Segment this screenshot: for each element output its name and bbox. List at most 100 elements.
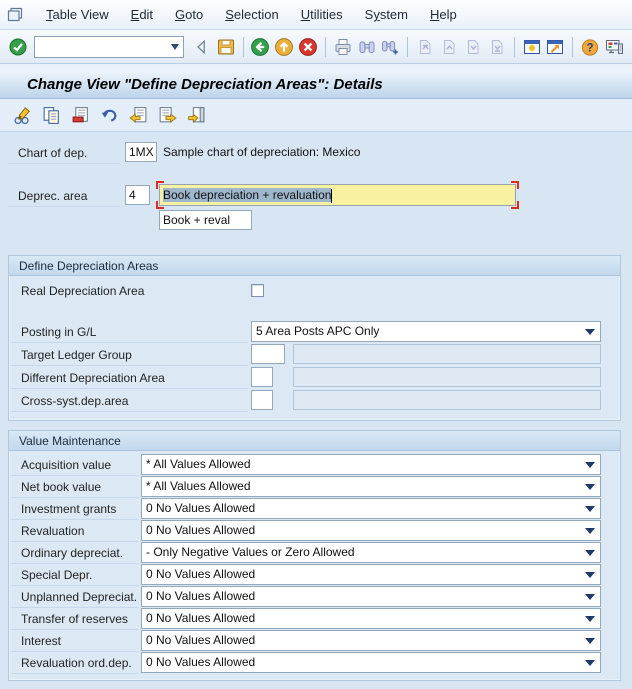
customize-layout-icon[interactable] [603, 35, 625, 59]
posting-in-gl-dropdown[interactable]: 5 Area Posts APC Only [251, 321, 601, 342]
save-icon[interactable] [215, 35, 237, 59]
chevron-down-icon [585, 484, 595, 490]
focus-corner [511, 201, 519, 209]
command-input[interactable] [38, 40, 167, 54]
chevron-down-icon [585, 462, 595, 468]
target-ledger-group-input[interactable] [251, 344, 285, 364]
revaluation-ord-dep-dropdown[interactable]: 0 No Values Allowed [141, 652, 601, 673]
chevron-down-icon [585, 506, 595, 512]
chevron-down-icon [585, 594, 595, 600]
menu-bar: Table View Edit Goto Selection Utilities… [0, 0, 632, 30]
new-session-icon[interactable] [521, 35, 543, 59]
chart-of-dep-description: Sample chart of depreciation: Mexico [163, 145, 360, 159]
interest-dropdown[interactable]: 0 No Values Allowed [141, 630, 601, 651]
next-page-icon[interactable] [462, 35, 484, 59]
deprec-area-name-focus: Book depreciation + revaluation [159, 182, 516, 208]
chart-of-dep-label: Chart of dep. [8, 143, 120, 164]
chart-of-dep-input[interactable]: 1MX [125, 142, 157, 162]
deprec-area-name-input[interactable]: Book depreciation + revaluation [159, 184, 516, 206]
menu-selection[interactable]: Selection [214, 4, 289, 25]
real-depreciation-area-checkbox[interactable] [251, 284, 264, 297]
chevron-down-icon [585, 616, 595, 622]
delete-icon[interactable] [67, 102, 93, 128]
chevron-down-icon [585, 329, 595, 335]
chevron-down-icon [585, 660, 595, 666]
hide-command-field-icon[interactable] [191, 35, 213, 59]
toolbar-separator [514, 37, 515, 57]
revaluation-ord-dep-label: Revaluation ord.dep. [11, 653, 139, 674]
menu-help[interactable]: Help [419, 4, 468, 25]
net-book-value-dropdown[interactable]: * All Values Allowed [141, 476, 601, 497]
different-depreciation-area-label: Different Depreciation Area [11, 368, 248, 389]
menu-edit[interactable]: Edit [120, 4, 164, 25]
deprec-area-label: Deprec. area [8, 186, 120, 207]
standard-toolbar: ? [0, 30, 632, 64]
find-icon[interactable] [356, 35, 378, 59]
screen-body: Chart of dep. 1MX Sample chart of deprec… [0, 132, 632, 689]
display-change-icon[interactable] [9, 102, 35, 128]
previous-page-icon[interactable] [438, 35, 460, 59]
interest-label: Interest [11, 631, 139, 652]
back-icon[interactable] [249, 35, 271, 59]
menu-table-view[interactable]: Table View [35, 4, 120, 25]
undo-icon[interactable] [96, 102, 122, 128]
selected-text: Book depreciation + revaluation [163, 188, 331, 202]
menu-goto[interactable]: Goto [164, 4, 214, 25]
exit-icon[interactable] [273, 35, 295, 59]
value-group-title: Value Maintenance [9, 431, 620, 451]
unplanned-depreciation-dropdown[interactable]: 0 No Values Allowed [141, 586, 601, 607]
deprec-area-input[interactable]: 4 [125, 185, 150, 205]
transfer-of-reserves-dropdown[interactable]: 0 No Values Allowed [141, 608, 601, 629]
create-shortcut-icon[interactable] [544, 35, 566, 59]
value-maintenance-group: Value Maintenance Acquisition value * Al… [8, 430, 621, 681]
cross-system-dep-area-label: Cross-syst.dep.area [11, 391, 248, 412]
previous-entry-icon[interactable] [125, 102, 151, 128]
acquisition-value-dropdown[interactable]: * All Values Allowed [141, 454, 601, 475]
enter-icon[interactable] [7, 35, 29, 59]
cross-system-dep-area-input[interactable] [251, 390, 273, 410]
copy-icon[interactable] [38, 102, 64, 128]
target-ledger-group-description [293, 344, 601, 364]
focus-corner [156, 201, 164, 209]
transfer-of-reserves-label: Transfer of reserves [11, 609, 139, 630]
command-history-dropdown-icon[interactable] [167, 37, 183, 57]
first-page-icon[interactable] [414, 35, 436, 59]
help-icon[interactable]: ? [579, 35, 601, 59]
focus-corner [156, 181, 164, 189]
command-field[interactable] [34, 36, 184, 58]
special-depreciation-dropdown[interactable]: 0 No Values Allowed [141, 564, 601, 585]
print-icon[interactable] [332, 35, 354, 59]
sap-gui-window: { "menu": { "items": [ { "pre": "", "u":… [0, 0, 632, 689]
target-ledger-group-label: Target Ledger Group [11, 345, 248, 366]
focus-corner [511, 181, 519, 189]
deprec-area-short-name-input[interactable]: Book + reval [159, 210, 252, 230]
acquisition-value-label: Acquisition value [11, 455, 139, 476]
revaluation-dropdown[interactable]: 0 No Values Allowed [141, 520, 601, 541]
cross-system-dep-area-description [293, 390, 601, 410]
cancel-icon[interactable] [297, 35, 319, 59]
other-entry-icon[interactable] [183, 102, 209, 128]
define-depreciation-areas-group: Define Depreciation Areas Real Depreciat… [8, 255, 621, 421]
define-group-title: Define Depreciation Areas [9, 256, 620, 276]
revaluation-label: Revaluation [11, 521, 139, 542]
ordinary-depreciation-dropdown[interactable]: - Only Negative Values or Zero Allowed [141, 542, 601, 563]
unplanned-depreciation-label: Unplanned Depreciat. [11, 587, 139, 608]
posting-in-gl-label: Posting in G/L [11, 322, 248, 343]
toolbar-separator [243, 37, 244, 57]
svg-text:?: ? [587, 42, 594, 54]
menu-system[interactable]: System [354, 4, 419, 25]
ordinary-depreciation-label: Ordinary depreciat. [11, 543, 139, 564]
last-page-icon[interactable] [486, 35, 508, 59]
next-entry-icon[interactable] [154, 102, 180, 128]
text-caret [331, 189, 332, 203]
investment-grants-dropdown[interactable]: 0 No Values Allowed [141, 498, 601, 519]
chevron-down-icon [585, 528, 595, 534]
chevron-down-icon [585, 572, 595, 578]
find-next-icon[interactable] [380, 35, 402, 59]
menu-utilities[interactable]: Utilities [290, 4, 354, 25]
toolbar-separator [407, 37, 408, 57]
system-window-icon[interactable] [7, 7, 23, 22]
investment-grants-label: Investment grants [11, 499, 139, 520]
special-depreciation-label: Special Depr. [11, 565, 139, 586]
different-depreciation-area-input[interactable] [251, 367, 273, 387]
